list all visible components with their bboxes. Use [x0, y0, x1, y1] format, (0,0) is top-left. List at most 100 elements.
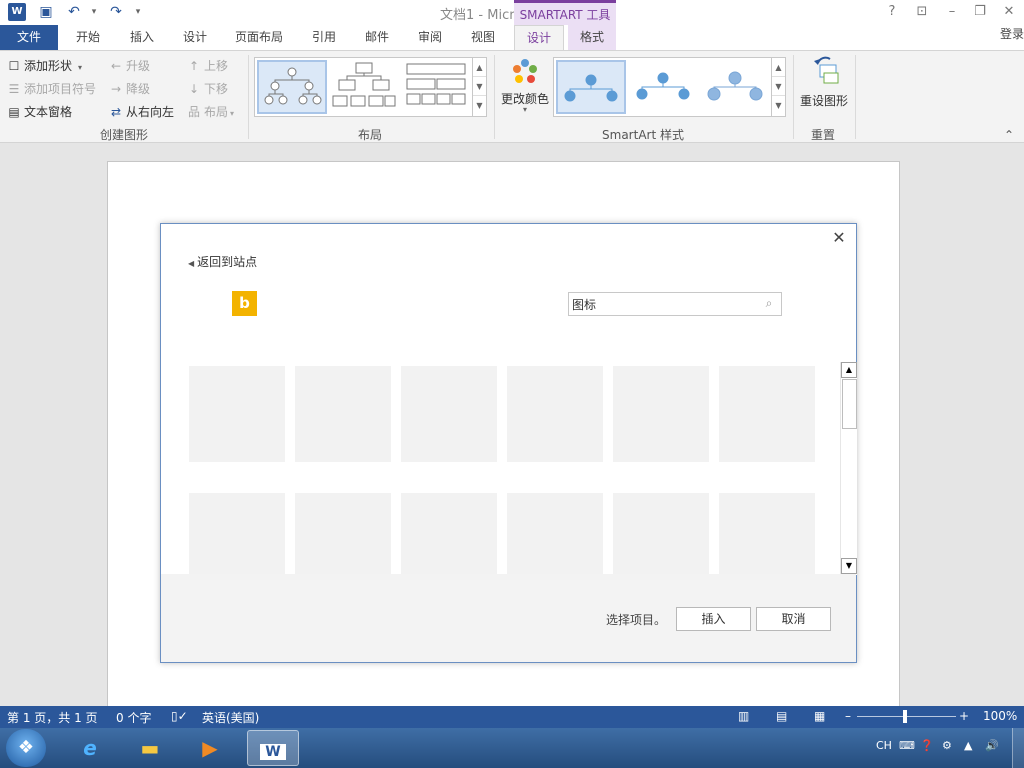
- gallery-up-icon[interactable]: ▲: [473, 58, 486, 77]
- print-layout-icon[interactable]: ▤: [776, 709, 787, 723]
- show-hidden-icons-icon[interactable]: ▲: [964, 739, 972, 752]
- gallery-more-icon[interactable]: ▼: [772, 96, 785, 115]
- style-simple-fill[interactable]: [556, 60, 626, 114]
- tab-mailings[interactable]: 邮件: [355, 25, 399, 50]
- ribbon-display-options-icon[interactable]: ⊡: [908, 0, 936, 25]
- style-preview-icon: [636, 72, 690, 100]
- page-count[interactable]: 第 1 页，共 1 页: [7, 709, 98, 726]
- cancel-button[interactable]: 取消: [756, 607, 831, 631]
- reset-graphic-button[interactable]: 重设图形: [798, 55, 850, 115]
- layouts-gallery-scroll[interactable]: ▲ ▼ ▼: [472, 58, 486, 116]
- file-explorer-icon[interactable]: ▬: [124, 730, 176, 766]
- layout-button[interactable]: 品布局 ▾: [186, 103, 234, 120]
- image-result-tile[interactable]: [295, 366, 391, 462]
- text-pane-button[interactable]: ▤ 文本窗格: [6, 103, 72, 120]
- image-result-tile[interactable]: [719, 493, 815, 574]
- close-icon[interactable]: ✕: [830, 228, 848, 248]
- minimize-icon[interactable]: –: [938, 0, 966, 25]
- tab-home[interactable]: 开始: [66, 25, 110, 50]
- layout-hierarchy-1[interactable]: [257, 60, 327, 114]
- chevron-down-icon: ▾: [522, 105, 527, 114]
- keyboard-icon[interactable]: ⌨: [899, 739, 915, 752]
- settings-icon[interactable]: ⚙: [942, 739, 952, 752]
- layouts-gallery[interactable]: ▲ ▼ ▼: [254, 57, 487, 117]
- help-button[interactable]: ?: [878, 0, 906, 25]
- restore-icon[interactable]: ❐: [966, 0, 994, 25]
- language-indicator[interactable]: 英语(美国): [202, 709, 259, 726]
- insert-button[interactable]: 插入: [676, 607, 751, 631]
- tab-references[interactable]: 引用: [302, 25, 346, 50]
- smartart-styles-gallery[interactable]: ▲ ▼ ▼: [553, 57, 786, 117]
- results-scrollbar[interactable]: ▲ ▼: [840, 362, 857, 575]
- volume-icon[interactable]: 🔊: [985, 739, 999, 752]
- gallery-more-icon[interactable]: ▼: [473, 96, 486, 115]
- proofing-icon[interactable]: ▯✓: [171, 709, 188, 723]
- add-bullet-button[interactable]: ☰ 添加项目符号: [6, 80, 96, 97]
- zoom-slider-thumb[interactable]: [903, 710, 907, 723]
- image-result-tile[interactable]: [189, 366, 285, 462]
- image-result-tile[interactable]: [507, 493, 603, 574]
- image-result-tile[interactable]: [401, 493, 497, 574]
- add-shape-button[interactable]: ☐ 添加形状 ▾: [6, 57, 82, 74]
- demote-button[interactable]: → 降级: [108, 80, 150, 97]
- search-box[interactable]: ⌕: [568, 292, 782, 316]
- close-icon[interactable]: ✕: [995, 0, 1023, 25]
- ribbon-tab-bar: 文件 开始 插入 设计 页面布局 引用 邮件 审阅 视图 设计 格式 登录: [0, 25, 1024, 51]
- gallery-up-icon[interactable]: ▲: [772, 58, 785, 77]
- style-subtle-effect[interactable]: [702, 60, 772, 114]
- show-desktop-button[interactable]: [1012, 728, 1024, 768]
- image-result-tile[interactable]: [507, 366, 603, 462]
- style-white-outline[interactable]: [630, 60, 700, 114]
- tab-view[interactable]: 视图: [461, 25, 505, 50]
- layout-hierarchy-2[interactable]: [331, 60, 401, 114]
- gallery-down-icon[interactable]: ▼: [473, 77, 486, 96]
- promote-button[interactable]: ← 升级: [108, 57, 150, 74]
- zoom-in-icon[interactable]: +: [959, 709, 969, 723]
- web-layout-icon[interactable]: ▦: [814, 709, 825, 723]
- image-result-tile[interactable]: [719, 366, 815, 462]
- input-method-indicator[interactable]: CH: [876, 739, 892, 752]
- text-pane-icon: ▤: [8, 105, 20, 119]
- move-up-button[interactable]: ↑ 上移: [186, 57, 228, 74]
- zoom-out-icon[interactable]: –: [845, 709, 851, 723]
- tab-smartart-design[interactable]: 设计: [514, 25, 564, 51]
- image-result-tile[interactable]: [401, 366, 497, 462]
- tab-page-layout[interactable]: 页面布局: [226, 25, 292, 50]
- title-bar: W ▣ ↶ ▾ ↷ ▾ 文档1 - Microsoft Word SMARTAR…: [0, 0, 1024, 25]
- media-player-icon[interactable]: ▶: [184, 730, 236, 766]
- word-taskbar-icon[interactable]: W: [247, 730, 299, 766]
- table-hierarchy-layout-icon: [406, 63, 466, 105]
- gallery-down-icon[interactable]: ▼: [772, 77, 785, 96]
- scroll-up-icon[interactable]: ▲: [841, 362, 857, 378]
- right-to-left-button[interactable]: ⇄ 从右向左: [108, 103, 174, 120]
- chevron-down-icon: ▾: [230, 109, 235, 118]
- search-input[interactable]: [572, 295, 752, 313]
- image-result-tile[interactable]: [613, 366, 709, 462]
- sign-in-link[interactable]: 登录: [1000, 25, 1024, 50]
- image-result-tile[interactable]: [295, 493, 391, 574]
- help-icon[interactable]: ❓: [920, 739, 934, 752]
- tab-insert[interactable]: 插入: [120, 25, 164, 50]
- tab-review[interactable]: 审阅: [408, 25, 452, 50]
- windows-start-icon[interactable]: ❖: [6, 729, 46, 767]
- scroll-down-icon[interactable]: ▼: [841, 558, 857, 574]
- word-count[interactable]: 0 个字: [116, 709, 151, 726]
- image-result-tile[interactable]: [189, 493, 285, 574]
- scroll-thumb[interactable]: [842, 379, 857, 429]
- read-mode-icon[interactable]: ▥: [738, 709, 749, 723]
- image-result-tile[interactable]: [613, 493, 709, 574]
- reset-graphic-icon: [814, 56, 839, 84]
- image-results-grid[interactable]: [189, 366, 829, 574]
- tab-design[interactable]: 设计: [173, 25, 217, 50]
- layout-hierarchy-3[interactable]: [403, 60, 473, 114]
- internet-explorer-icon[interactable]: e: [64, 730, 116, 766]
- back-to-sites-link[interactable]: ◀ 返回到站点: [188, 253, 257, 270]
- styles-gallery-scroll[interactable]: ▲ ▼ ▼: [771, 58, 785, 116]
- zoom-level[interactable]: 100%: [983, 709, 1017, 723]
- search-icon[interactable]: ⌕: [762, 296, 776, 312]
- move-down-button[interactable]: ↓ 下移: [186, 80, 228, 97]
- change-colors-button[interactable]: 更改颜色 ▾: [500, 57, 550, 119]
- collapse-ribbon-icon[interactable]: ⌃: [1004, 128, 1014, 142]
- tab-file[interactable]: 文件: [0, 25, 58, 50]
- tab-smartart-format[interactable]: 格式: [568, 25, 616, 50]
